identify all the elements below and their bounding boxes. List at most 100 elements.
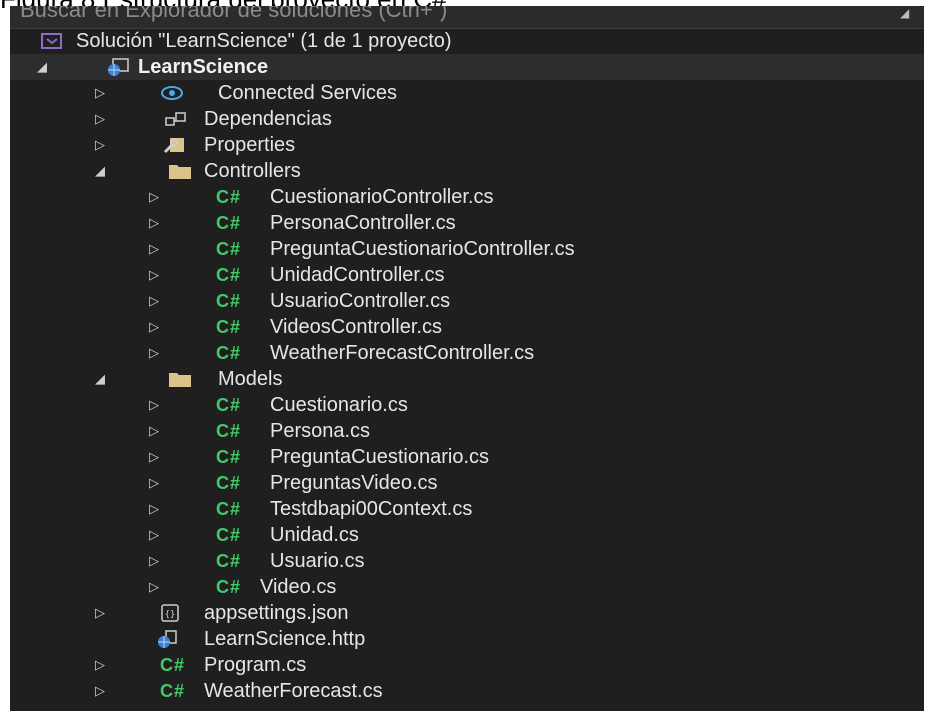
- file-label: PreguntasVideo.cs: [270, 472, 438, 494]
- solution-explorer: Buscar en Explorador de soluciones (Ctrl…: [10, 6, 924, 711]
- csharp-file-icon: C#: [216, 291, 242, 311]
- expand-icon[interactable]: ▷: [146, 262, 162, 288]
- expand-icon[interactable]: ▷: [146, 236, 162, 262]
- file-label: CuestionarioController.cs: [270, 186, 494, 208]
- expand-icon[interactable]: ▷: [92, 106, 108, 132]
- models-label: Models: [218, 368, 283, 390]
- tree-item-project[interactable]: ◢ LearnScience: [10, 54, 924, 80]
- expand-icon[interactable]: ▷: [146, 314, 162, 340]
- expand-icon[interactable]: ▷: [146, 444, 162, 470]
- search-input[interactable]: Buscar en Explorador de soluciones (Ctrl…: [20, 6, 447, 23]
- csharp-file-icon: C#: [216, 187, 242, 207]
- file-label: Video.cs: [260, 576, 337, 598]
- expand-icon[interactable]: ▷: [146, 470, 162, 496]
- tree-item-file[interactable]: ▷ C# Unidad.cs: [10, 522, 924, 548]
- folder-icon: [168, 161, 192, 181]
- tree-item-controllers-folder[interactable]: ◢ Controllers: [10, 158, 924, 184]
- csharp-file-icon: C#: [160, 681, 186, 701]
- search-bar[interactable]: Buscar en Explorador de soluciones (Ctrl…: [10, 6, 924, 29]
- expand-icon[interactable]: ▷: [92, 80, 108, 106]
- csharp-file-icon: C#: [216, 213, 242, 233]
- file-label: Cuestionario.cs: [270, 394, 408, 416]
- tree-item-dependencias[interactable]: ▷ Dependencias: [10, 106, 924, 132]
- expand-icon[interactable]: ▷: [146, 496, 162, 522]
- tree-item-file[interactable]: ▷ C# Cuestionario.cs: [10, 392, 924, 418]
- dependencies-icon: [164, 109, 188, 129]
- http-file-icon: [156, 629, 180, 649]
- csharp-file-icon: C#: [216, 473, 242, 493]
- tree-item-solution[interactable]: Solución "LearnScience" (1 de 1 proyecto…: [10, 28, 924, 54]
- search-options-icon[interactable]: ◢: [900, 6, 914, 20]
- tree-item-program[interactable]: ▷ C# Program.cs: [10, 652, 924, 678]
- file-label: WeatherForecastController.cs: [270, 342, 535, 364]
- file-label: Testdbapi00Context.cs: [270, 498, 473, 520]
- http-file-label: LearnScience.http: [204, 628, 366, 650]
- expand-icon[interactable]: ▷: [92, 678, 108, 704]
- program-label: Program.cs: [204, 654, 307, 676]
- properties-wrench-icon: [162, 135, 186, 155]
- tree-item-http-file[interactable]: LearnScience.http: [10, 626, 924, 652]
- file-label: Usuario.cs: [270, 550, 365, 572]
- tree-item-file[interactable]: ▷ C# Persona.cs: [10, 418, 924, 444]
- tree-item-file[interactable]: ▷ C# Video.cs: [10, 574, 924, 600]
- csharp-file-icon: C#: [216, 551, 242, 571]
- csharp-file-icon: C#: [216, 343, 242, 363]
- csharp-file-icon: C#: [216, 395, 242, 415]
- file-label: UnidadController.cs: [270, 264, 445, 286]
- expand-icon[interactable]: ▷: [146, 522, 162, 548]
- expand-icon[interactable]: ▷: [92, 652, 108, 678]
- tree-item-file[interactable]: ▷ C# WeatherForecastController.cs: [10, 340, 924, 366]
- solution-icon: [40, 31, 64, 51]
- tree-item-weatherforecast[interactable]: ▷ C# WeatherForecast.cs: [10, 678, 924, 704]
- collapse-icon[interactable]: ◢: [34, 54, 50, 80]
- tree-item-file[interactable]: ▷ C# CuestionarioController.cs: [10, 184, 924, 210]
- expand-icon[interactable]: ▷: [146, 392, 162, 418]
- project-label: LearnScience: [138, 56, 269, 78]
- tree-item-models-folder[interactable]: ◢ Models: [10, 366, 924, 392]
- file-label: PreguntaCuestionario.cs: [270, 446, 490, 468]
- expand-icon[interactable]: ▷: [146, 210, 162, 236]
- folder-icon: [168, 369, 192, 389]
- tree-item-file[interactable]: ▷ C# PreguntaCuestionarioController.cs: [10, 236, 924, 262]
- tree-item-properties[interactable]: ▷ Properties: [10, 132, 924, 158]
- expand-icon[interactable]: ▷: [146, 184, 162, 210]
- expand-icon[interactable]: ▷: [146, 574, 162, 600]
- expand-icon[interactable]: ▷: [146, 548, 162, 574]
- file-label: UsuarioController.cs: [270, 290, 451, 312]
- tree-item-file[interactable]: ▷ C# VideosController.cs: [10, 314, 924, 340]
- file-label: PreguntaCuestionarioController.cs: [270, 238, 575, 260]
- file-label: PersonaController.cs: [270, 212, 456, 234]
- file-label: Persona.cs: [270, 420, 371, 442]
- json-file-icon: {}: [158, 603, 182, 623]
- csharp-file-icon: C#: [216, 421, 242, 441]
- expand-icon[interactable]: ▷: [92, 600, 108, 626]
- csharp-file-icon: C#: [216, 239, 242, 259]
- expand-icon[interactable]: ▷: [92, 132, 108, 158]
- expand-icon[interactable]: ▷: [146, 340, 162, 366]
- svg-text:{}: {}: [165, 610, 176, 620]
- collapse-icon[interactable]: ◢: [92, 366, 108, 392]
- expand-icon[interactable]: ▷: [146, 288, 162, 314]
- file-label: Unidad.cs: [270, 524, 359, 546]
- tree-item-file[interactable]: ▷ C# PreguntasVideo.cs: [10, 470, 924, 496]
- tree-item-connected-services[interactable]: ▷ Connected Services: [10, 80, 924, 106]
- tree-item-file[interactable]: ▷ C# PreguntaCuestionario.cs: [10, 444, 924, 470]
- csharp-file-icon: C#: [216, 499, 242, 519]
- csharp-file-icon: C#: [216, 447, 242, 467]
- csharp-file-icon: C#: [160, 655, 186, 675]
- file-label: VideosController.cs: [270, 316, 442, 338]
- csharp-file-icon: C#: [216, 577, 242, 597]
- csharp-file-icon: C#: [216, 317, 242, 337]
- tree-item-file[interactable]: ▷ C# Usuario.cs: [10, 548, 924, 574]
- tree-item-file[interactable]: ▷ C# UsuarioController.cs: [10, 288, 924, 314]
- expand-icon[interactable]: ▷: [146, 418, 162, 444]
- tree-item-file[interactable]: ▷ C# UnidadController.cs: [10, 262, 924, 288]
- csharp-file-icon: C#: [216, 525, 242, 545]
- dependencies-label: Dependencias: [204, 108, 332, 130]
- tree-item-file[interactable]: ▷ C# Testdbapi00Context.cs: [10, 496, 924, 522]
- tree-item-file[interactable]: ▷ C# PersonaController.cs: [10, 210, 924, 236]
- appsettings-label: appsettings.json: [204, 602, 349, 624]
- collapse-icon[interactable]: ◢: [92, 158, 108, 184]
- tree-item-appsettings[interactable]: ▷ {} appsettings.json: [10, 600, 924, 626]
- weatherforecast-label: WeatherForecast.cs: [204, 680, 383, 702]
